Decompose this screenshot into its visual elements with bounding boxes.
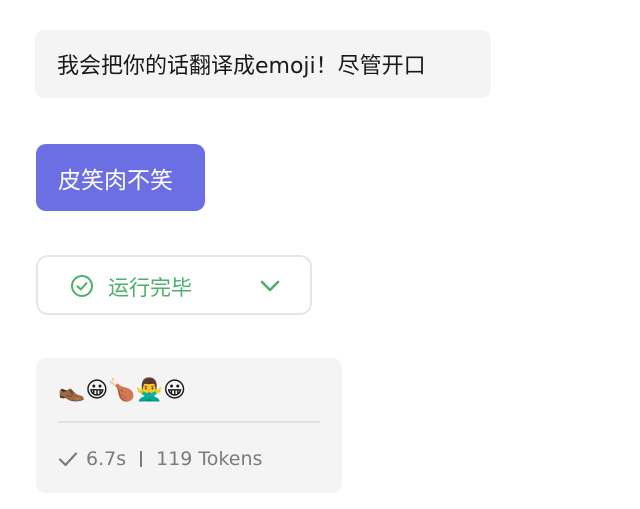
user-message: 皮笑肉不笑 bbox=[36, 144, 205, 211]
checkmark-icon bbox=[58, 452, 78, 467]
token-count: 119 Tokens bbox=[156, 448, 263, 470]
run-status-label: 运行完毕 bbox=[108, 276, 192, 300]
emoji-result: 👞😀🍗🙅‍♂️😀 bbox=[58, 378, 187, 403]
chevron-down-icon[interactable] bbox=[259, 277, 281, 295]
result-meta: 6.7s 119 Tokens bbox=[58, 446, 262, 472]
user-message-text: 皮笑肉不笑 bbox=[58, 167, 173, 194]
assistant-intro-text: 我会把你的话翻译成emoji！尽管开口 bbox=[57, 54, 426, 79]
divider bbox=[58, 421, 320, 423]
meta-separator bbox=[140, 451, 143, 467]
duration-value: 6.7s bbox=[86, 448, 127, 470]
assistant-intro-message: 我会把你的话翻译成emoji！尽管开口 bbox=[35, 30, 491, 98]
check-circle-icon bbox=[71, 275, 93, 297]
run-status-toggle[interactable]: 运行完毕 bbox=[36, 255, 312, 315]
result-card: 👞😀🍗🙅‍♂️😀 6.7s 119 Tokens bbox=[36, 358, 342, 493]
